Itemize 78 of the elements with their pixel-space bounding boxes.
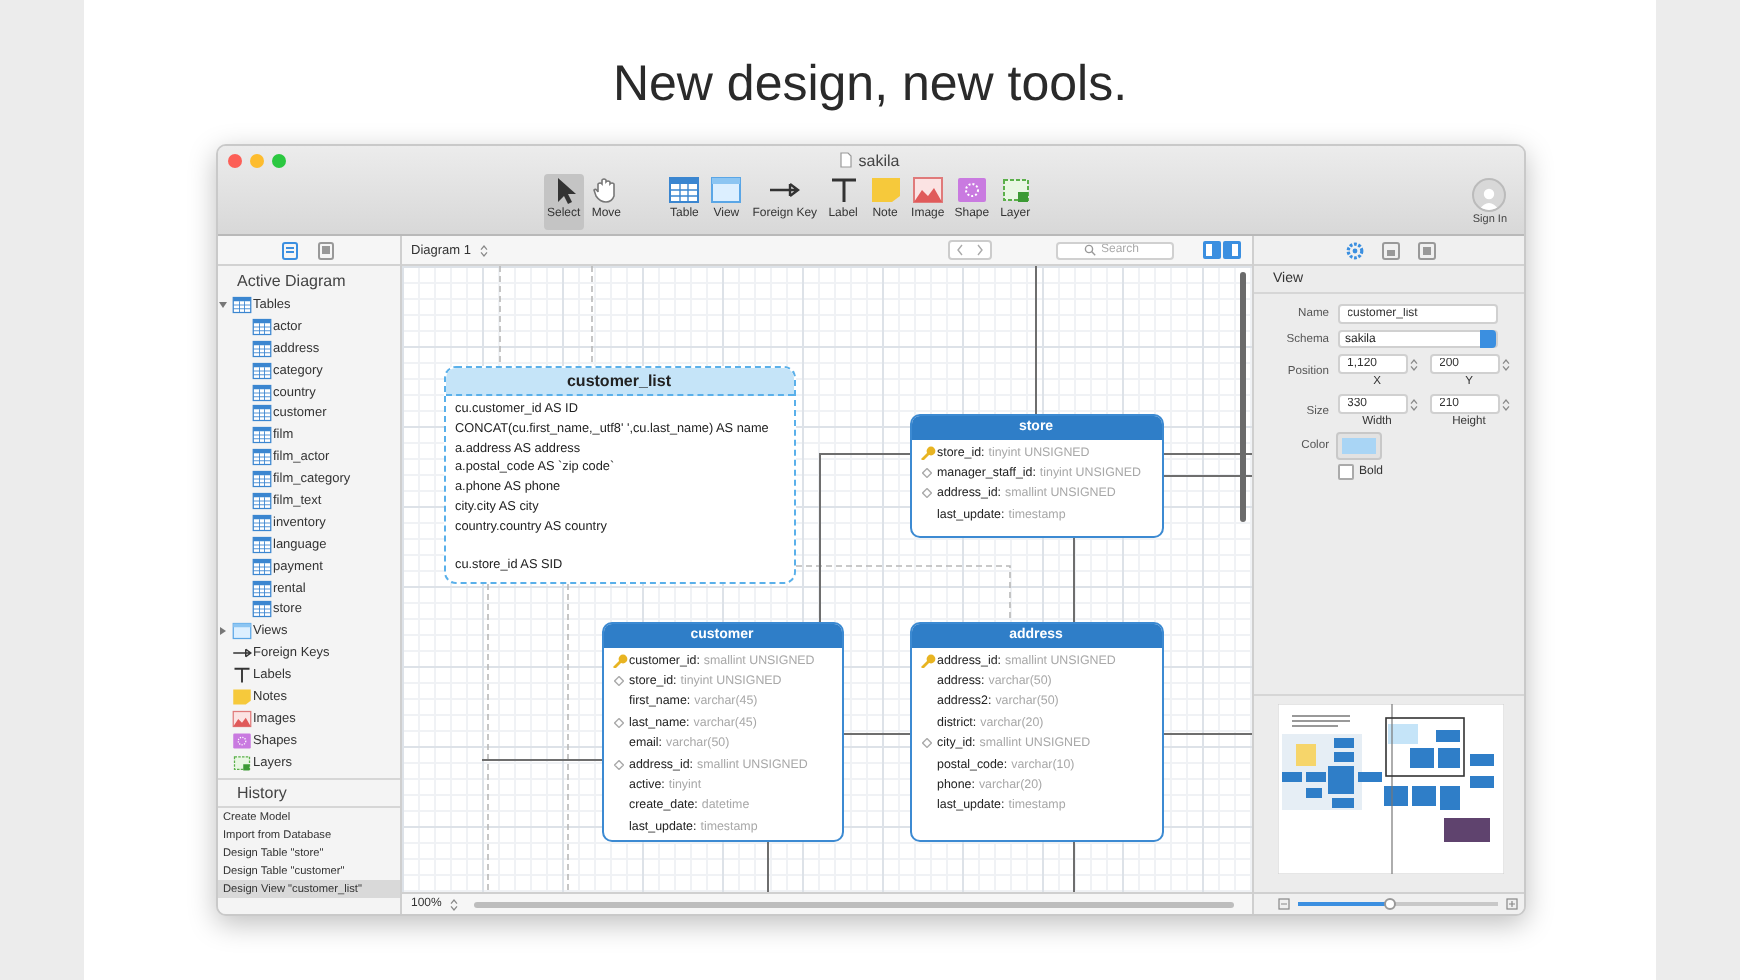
list-tab[interactable] <box>282 241 298 259</box>
layer-icon <box>231 753 251 772</box>
dependency-line <box>498 266 500 367</box>
relationship-line <box>480 759 602 761</box>
key-icon <box>611 653 627 668</box>
layers-tab[interactable] <box>318 241 334 259</box>
view-title: customer_list <box>445 368 793 396</box>
collapsed-arrow-icon[interactable] <box>218 626 228 637</box>
view-icon <box>231 622 251 641</box>
diamond-icon <box>614 717 624 728</box>
slider-thumb[interactable] <box>1383 897 1395 910</box>
zoom-out-icon[interactable] <box>1277 898 1289 910</box>
close-button[interactable] <box>227 153 241 167</box>
view-icon <box>710 176 743 204</box>
table-icon <box>668 176 701 204</box>
table-icon <box>251 361 271 380</box>
panel-toggle-icon[interactable] <box>1201 240 1241 260</box>
stepper-icon[interactable] <box>1501 397 1509 411</box>
text-t-icon <box>231 666 251 685</box>
table-icon <box>251 426 271 445</box>
stepper-icon[interactable] <box>449 897 458 911</box>
note-icon <box>869 176 902 204</box>
key-icon <box>919 653 935 668</box>
document-icon <box>840 152 853 168</box>
search-icon <box>1083 244 1095 256</box>
stepper-icon[interactable] <box>480 243 489 257</box>
table-icon <box>251 470 271 489</box>
dependency-line <box>590 266 592 367</box>
shape-icon <box>955 176 988 204</box>
image-icon <box>911 176 944 204</box>
table-icon <box>251 579 271 598</box>
table-icon <box>251 535 271 554</box>
headline: New design, new tools. <box>612 54 1128 114</box>
zoom-in-icon[interactable] <box>1505 898 1517 910</box>
table-icon <box>251 600 271 619</box>
layers-tab[interactable] <box>1418 241 1436 259</box>
note-icon <box>231 687 251 706</box>
avatar-icon <box>1478 186 1501 210</box>
scrollbar[interactable] <box>1239 272 1245 522</box>
stepper-icon[interactable] <box>1409 357 1417 371</box>
diamond-icon <box>922 738 932 749</box>
relationship-line <box>1162 453 1251 455</box>
relationship-line <box>1162 733 1251 735</box>
table-icon <box>251 339 271 358</box>
table-icon <box>251 448 271 467</box>
settings-tab[interactable] <box>1346 241 1364 259</box>
table-icon <box>251 557 271 576</box>
table-icon <box>251 491 271 510</box>
layer-icon <box>999 176 1032 204</box>
relationship-line <box>1162 475 1251 477</box>
color-swatch[interactable] <box>1337 434 1379 458</box>
window-title: sakila <box>858 151 900 169</box>
relationship-line <box>1072 537 1074 623</box>
diamond-icon <box>614 759 624 770</box>
section-title: History <box>217 779 399 808</box>
image-icon <box>231 709 251 728</box>
table-node[interactable] <box>601 622 843 842</box>
expanded-arrow-icon[interactable] <box>218 299 228 310</box>
section-title: Active Diagram <box>235 270 348 294</box>
relationship-line <box>766 841 768 892</box>
page-tab[interactable] <box>1382 241 1400 259</box>
stepper-icon[interactable] <box>1409 397 1417 411</box>
text-t-icon <box>827 176 860 204</box>
shape-icon <box>231 731 251 750</box>
view-node[interactable] <box>443 366 795 584</box>
key-icon <box>919 445 935 460</box>
table-icon <box>251 513 271 532</box>
scrollbar[interactable] <box>473 901 1234 907</box>
stepper-icon[interactable] <box>1501 357 1509 371</box>
zoom-button[interactable] <box>271 153 285 167</box>
relationship-line <box>1072 841 1074 892</box>
table-icon <box>251 317 271 336</box>
table-icon <box>251 383 271 401</box>
relationship-line <box>842 733 910 735</box>
table-icon <box>231 295 251 314</box>
table-icon <box>251 404 271 423</box>
diamond-icon <box>614 676 624 687</box>
connector-icon <box>231 644 251 663</box>
